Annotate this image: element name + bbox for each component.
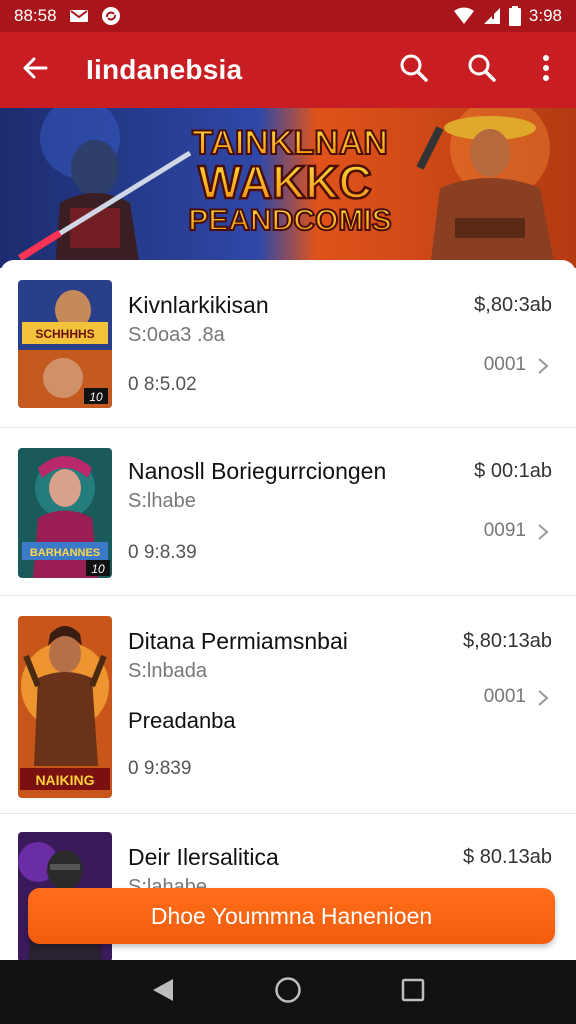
game-thumbnail: NAIKING bbox=[18, 616, 112, 798]
wifi-icon bbox=[453, 7, 475, 25]
thumb-title: BARHANNES bbox=[30, 547, 100, 559]
item-price: $ 80.13ab bbox=[463, 846, 552, 868]
thumb-badge: 10 bbox=[91, 562, 105, 576]
item-count: 0001 bbox=[483, 686, 526, 707]
status-time: 88:58 bbox=[14, 6, 57, 25]
status-clock: 3:98 bbox=[528, 6, 562, 25]
item-price: $ 00:1ab bbox=[474, 460, 552, 482]
item-count: 0091 bbox=[483, 520, 526, 541]
item-date: 0 9:8.39 bbox=[128, 542, 197, 563]
mail-notification-icon bbox=[69, 8, 89, 24]
search-icon bbox=[399, 53, 429, 88]
item-title: Kivnlarkikisan bbox=[128, 292, 269, 318]
search-button-secondary[interactable] bbox=[448, 32, 516, 108]
item-subtitle: S:lnbada bbox=[128, 660, 207, 682]
item-price: $,80:3ab bbox=[474, 294, 552, 316]
list-item[interactable]: NAIKING Ditana Permiamsnbai S:lnbada Pre… bbox=[0, 596, 576, 814]
primary-action-button[interactable]: Dhoe Yoummna Hanenioen bbox=[28, 888, 555, 944]
back-arrow-icon bbox=[21, 54, 49, 87]
chevron-right-icon[interactable] bbox=[536, 356, 550, 376]
search-button[interactable] bbox=[380, 32, 448, 108]
back-triangle-icon bbox=[151, 977, 175, 1008]
app-actions bbox=[380, 32, 576, 108]
banner-line3: PEANDCOMIS bbox=[188, 204, 391, 237]
item-title: Ditana Permiamsnbai bbox=[128, 628, 348, 654]
item-title: Deir Ilersalitica bbox=[128, 844, 279, 870]
thumb-title: SCHHHHS bbox=[35, 327, 94, 341]
status-bar: 88:58 3:98 bbox=[0, 0, 576, 32]
item-count: 0001 bbox=[483, 354, 526, 375]
thumb-badge: 10 bbox=[89, 390, 103, 404]
promo-banner[interactable]: TAINKLNAN WAKKC PEANDCOMIS bbox=[0, 108, 576, 268]
search-icon bbox=[467, 53, 497, 88]
back-button[interactable] bbox=[0, 32, 70, 108]
more-vert-icon bbox=[542, 54, 550, 87]
game-thumbnail: BARHANNES 10 bbox=[18, 448, 112, 578]
page-title: Iindanebsia bbox=[86, 54, 243, 85]
thumb-title: NAIKING bbox=[35, 772, 94, 788]
recents-square-icon bbox=[401, 978, 425, 1007]
signal-icon bbox=[483, 7, 501, 25]
battery-icon bbox=[508, 6, 521, 26]
status-right: 3:98 bbox=[453, 6, 562, 26]
item-category: Preadanba bbox=[128, 708, 236, 733]
chevron-right-icon[interactable] bbox=[536, 522, 550, 542]
game-thumbnail: SCHHHHS 10 bbox=[18, 280, 112, 408]
item-subtitle: S:0oa3 .8a bbox=[128, 324, 225, 346]
nav-back-button[interactable] bbox=[143, 972, 183, 1012]
chevron-right-icon[interactable] bbox=[536, 688, 550, 708]
nav-recents-button[interactable] bbox=[393, 972, 433, 1012]
game-list: SCHHHHS 10 Kivnlarkikisan S:0oa3 .8a 0 8… bbox=[0, 260, 576, 960]
status-left: 88:58 bbox=[14, 6, 121, 26]
sync-notification-icon bbox=[101, 6, 121, 26]
list-item[interactable]: SCHHHHS 10 Kivnlarkikisan S:0oa3 .8a 0 8… bbox=[0, 260, 576, 428]
item-date: 0 8:5.02 bbox=[128, 374, 197, 395]
item-price: $,80:13ab bbox=[463, 630, 552, 652]
banner-artwork: TAINKLNAN WAKKC PEANDCOMIS bbox=[0, 108, 576, 268]
list-item[interactable]: BARHANNES 10 Nanosll Boriegurrciongen S:… bbox=[0, 428, 576, 596]
home-circle-icon bbox=[274, 976, 302, 1009]
item-date: 0 9:839 bbox=[128, 758, 192, 779]
nav-home-button[interactable] bbox=[268, 972, 308, 1012]
item-title: Nanosll Boriegurrciongen bbox=[128, 458, 387, 484]
item-subtitle: S:lhabe bbox=[128, 490, 196, 512]
system-nav-bar bbox=[0, 960, 576, 1024]
banner-line2: WAKKC bbox=[198, 156, 372, 208]
more-options-button[interactable] bbox=[516, 32, 576, 108]
app-bar: Iindanebsia bbox=[0, 32, 576, 108]
